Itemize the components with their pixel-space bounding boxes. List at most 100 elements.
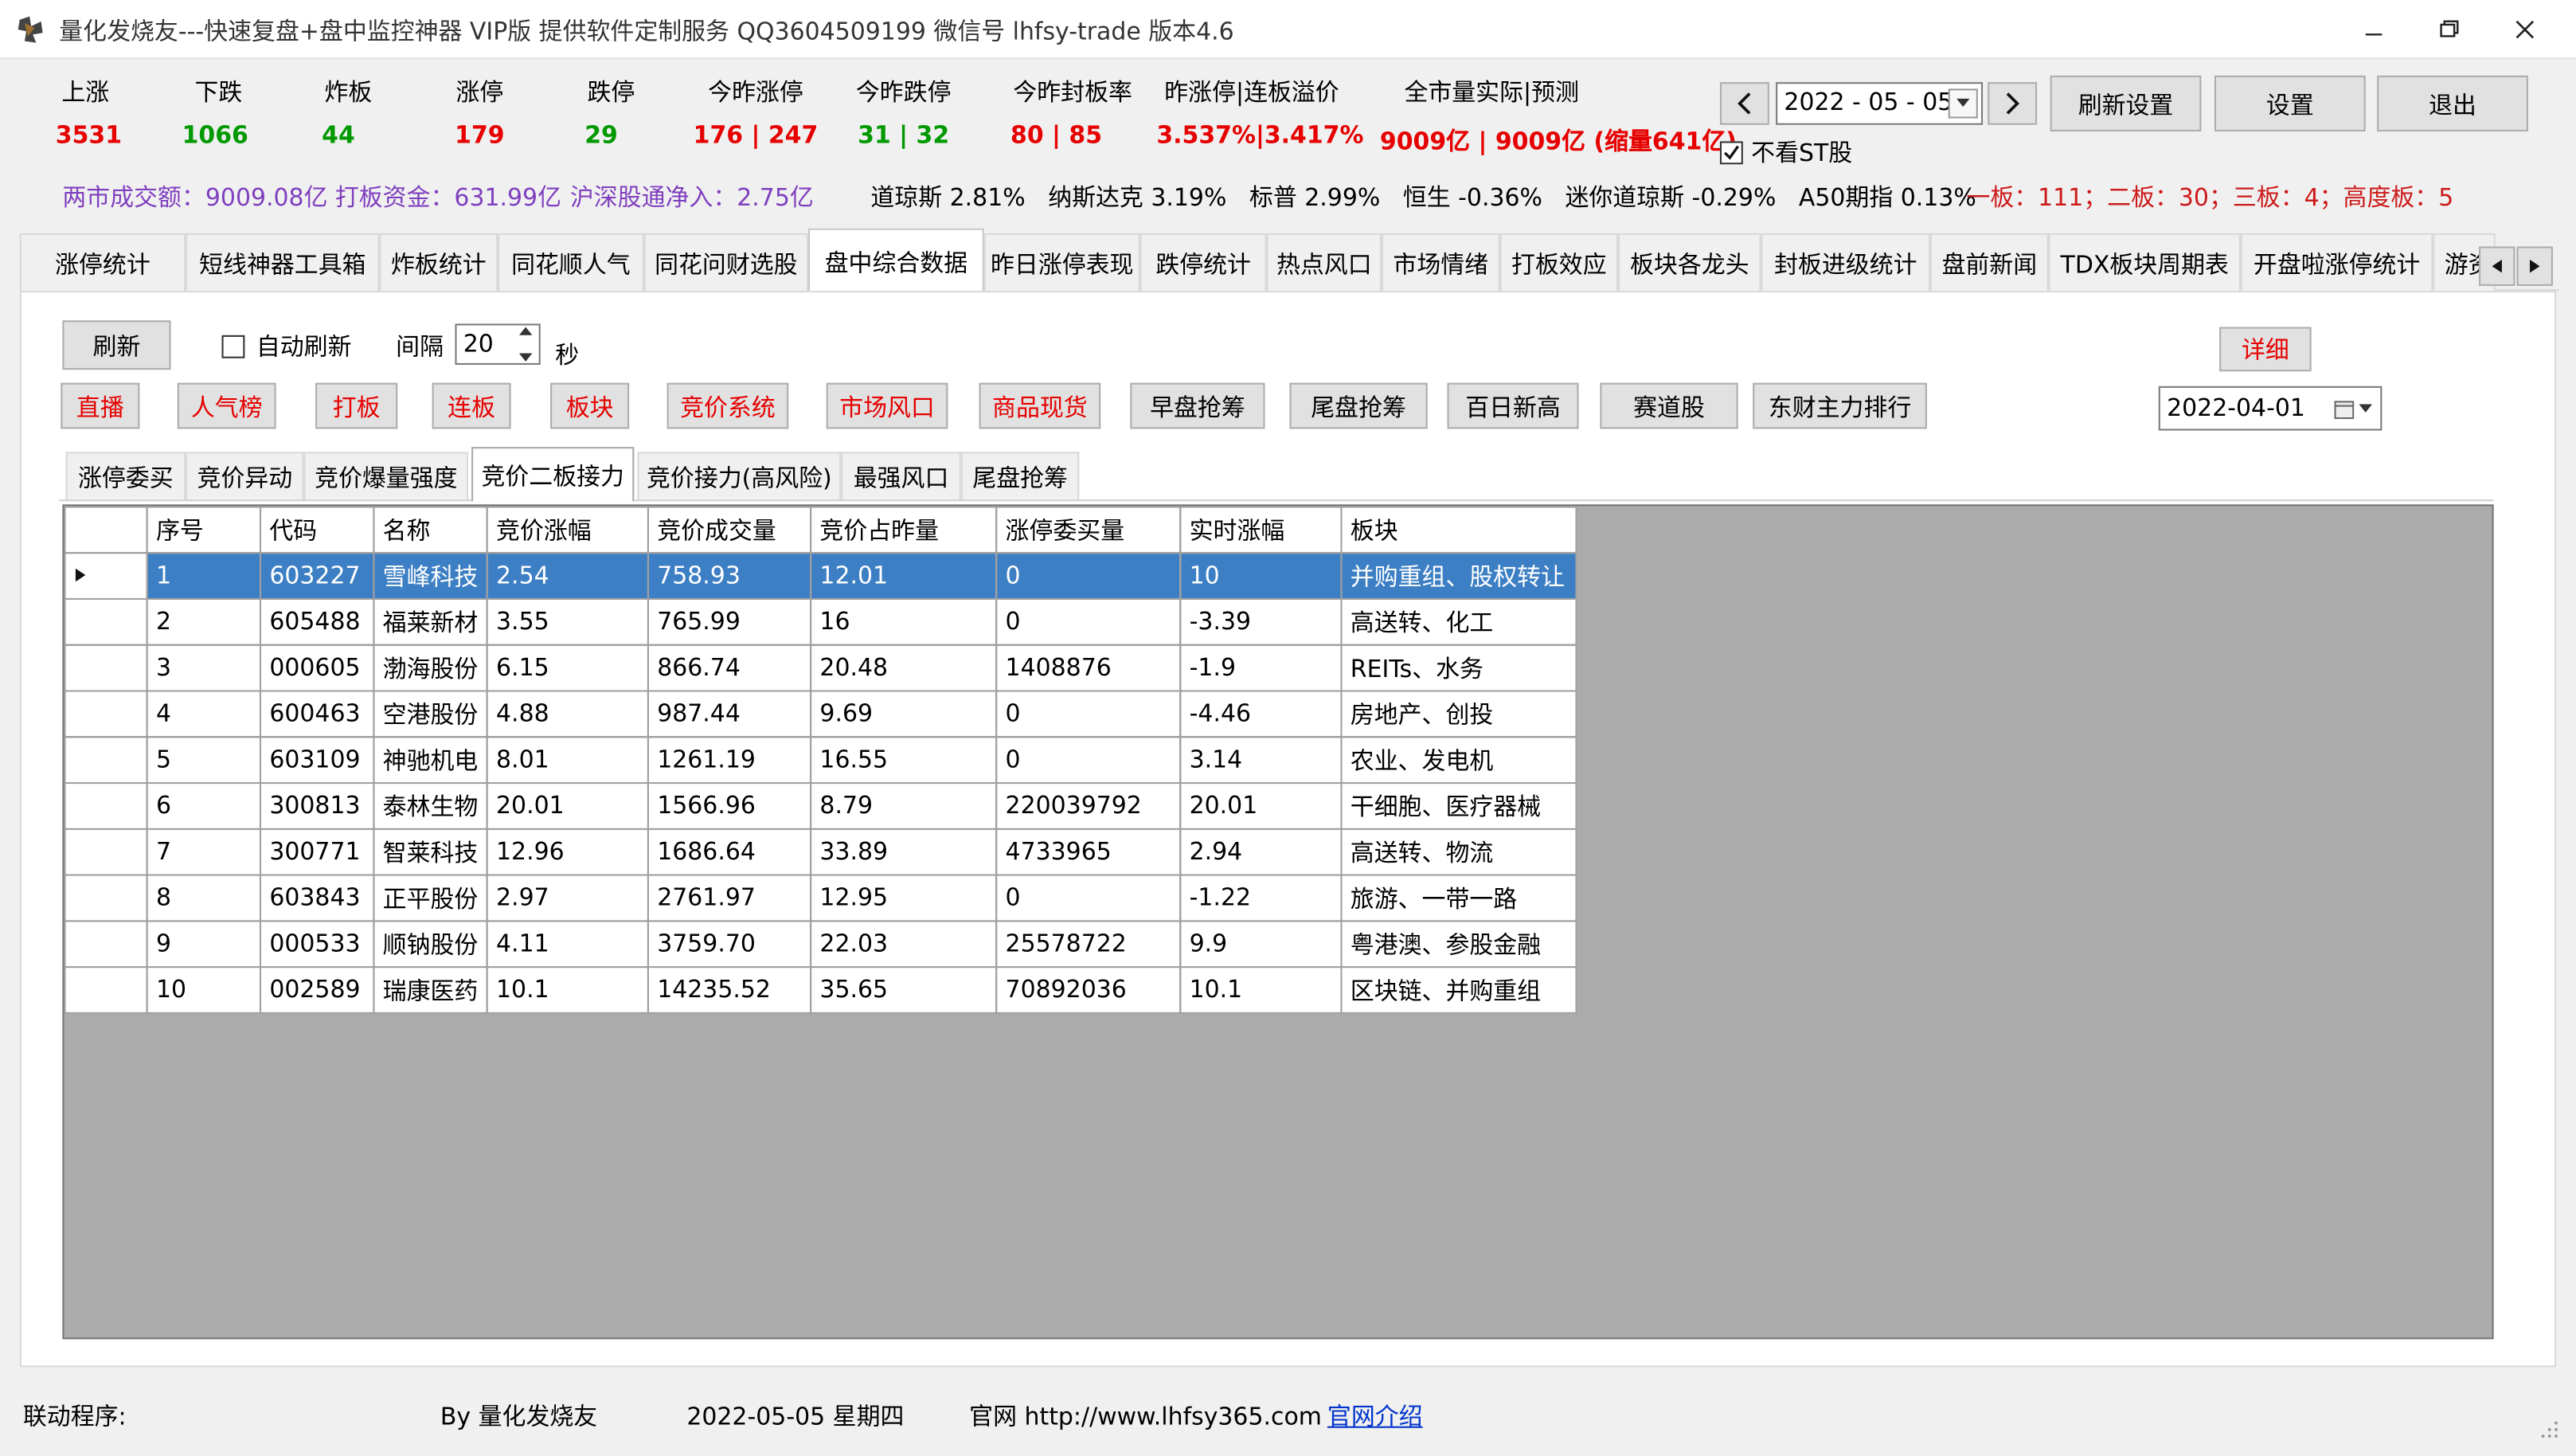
table-row[interactable]: 1 603227 雪峰科技 2.54 758.93 12.01 0 10 并购重组、股权转让	[64, 552, 1577, 600]
table-cell[interactable]: 758.93	[647, 552, 812, 600]
tab-toolbox[interactable]: 短线神器工具箱	[186, 233, 380, 292]
table-cell[interactable]: 顺钠股份	[373, 920, 488, 969]
spin-down-icon[interactable]	[518, 353, 533, 362]
tab-premarket-news[interactable]: 盘前新闻	[1930, 233, 2049, 292]
table-cell[interactable]: 2.94	[1179, 828, 1343, 876]
table-cell[interactable]: 866.74	[647, 644, 812, 692]
table-cell[interactable]: 8.01	[486, 736, 649, 785]
table-cell[interactable]: 2761.97	[647, 874, 812, 922]
row-header[interactable]	[64, 736, 148, 785]
table-cell[interactable]: 220039792	[995, 781, 1182, 830]
table-cell[interactable]: 9.9	[1179, 920, 1343, 969]
table-cell[interactable]: 70892036	[995, 966, 1182, 1014]
table-cell[interactable]: 1686.64	[647, 828, 812, 876]
commodity-spot-button[interactable]: 商品现货	[979, 382, 1101, 429]
resize-grip-icon[interactable]	[2536, 1416, 2559, 1439]
table-cell[interactable]: 603109	[259, 736, 375, 785]
tab-sector-leaders[interactable]: 板块各龙头	[1618, 233, 1761, 292]
table-cell[interactable]: 0	[995, 690, 1182, 738]
table-row[interactable]: 5 603109 神驰机电 8.01 1261.19 16.55 0 3.14 农业、发电机	[64, 736, 1577, 785]
row-header[interactable]	[64, 920, 148, 969]
table-cell[interactable]: 2.97	[486, 874, 649, 922]
column-header[interactable]: 代码	[259, 506, 375, 554]
table-cell[interactable]: 4.11	[486, 920, 649, 969]
table-cell[interactable]: 300771	[259, 828, 375, 876]
column-header[interactable]: 名称	[373, 506, 488, 554]
tab-seal-advance-stats[interactable]: 封板进级统计	[1761, 233, 1931, 292]
table-cell[interactable]: 25578722	[995, 920, 1182, 969]
table-cell[interactable]: 2	[146, 597, 262, 646]
popularity-button[interactable]: 人气榜	[177, 382, 276, 429]
table-cell[interactable]: 旅游、一带一路	[1340, 874, 1577, 922]
table-cell[interactable]: 5	[146, 736, 262, 785]
table-cell[interactable]: 粤港澳、参股金融	[1340, 920, 1577, 969]
table-cell[interactable]: 9	[146, 920, 262, 969]
row-header[interactable]	[64, 644, 148, 692]
tab-hot-trends[interactable]: 热点风口	[1266, 233, 1382, 292]
tab-ths-popularity[interactable]: 同花顺人气	[498, 233, 644, 292]
table-cell[interactable]: -3.39	[1179, 597, 1343, 646]
table-cell[interactable]: 10.1	[1179, 966, 1343, 1014]
date-picker[interactable]: 2022 - 05 - 05	[1776, 82, 1984, 125]
table-cell[interactable]: 9.69	[810, 690, 998, 738]
no-st-checkbox-row[interactable]: 不看ST股	[1719, 135, 1852, 169]
table-cell[interactable]: 渤海股份	[373, 644, 488, 692]
subtab-auction-second-board[interactable]: 竞价二板接力	[471, 447, 635, 502]
table-cell[interactable]: 000605	[259, 644, 375, 692]
tab-limit-down-stats[interactable]: 跌停统计	[1139, 233, 1267, 292]
market-trend-button[interactable]: 市场风口	[826, 382, 948, 429]
table-cell[interactable]: 6	[146, 781, 262, 830]
tab-tdx-cycle[interactable]: TDX板块周期表	[2048, 233, 2241, 292]
column-header[interactable]: 板块	[1340, 506, 1577, 554]
table-cell[interactable]: 20.48	[810, 644, 998, 692]
date-dropdown-button[interactable]	[1948, 88, 1978, 119]
table-cell[interactable]: 10	[146, 966, 262, 1014]
table-cell[interactable]: REITs、水务	[1340, 644, 1577, 692]
table-row[interactable]: 9 000533 顺钠股份 4.11 3759.70 22.03 25578722 9.9 粤港…	[64, 920, 1577, 969]
tab-wencai-picker[interactable]: 同花问财选股	[643, 233, 808, 292]
table-cell[interactable]: 300813	[259, 781, 375, 830]
table-cell[interactable]: 干细胞、医疗器械	[1340, 781, 1577, 830]
table-cell[interactable]: 33.89	[810, 828, 998, 876]
table-cell[interactable]: 6.15	[486, 644, 649, 692]
close-button[interactable]	[2487, 0, 2562, 59]
side-date-picker[interactable]: 2022-04-01	[2158, 386, 2383, 431]
table-cell[interactable]: 1566.96	[647, 781, 812, 830]
column-header[interactable]: 序号	[146, 506, 262, 554]
table-cell[interactable]: 765.99	[647, 597, 812, 646]
table-cell[interactable]: 600463	[259, 690, 375, 738]
subtab-auction-relay-high-risk[interactable]: 竞价接力(高风险)	[637, 452, 842, 500]
table-row[interactable]: 3 000605 渤海股份 6.15 866.74 20.48 1408876 -1.9 REI…	[64, 644, 1577, 692]
track-stock-button[interactable]: 赛道股	[1600, 382, 1738, 429]
table-cell[interactable]: 16.55	[810, 736, 998, 785]
table-cell[interactable]: 0	[995, 736, 1182, 785]
interval-spin-buttons[interactable]	[514, 327, 537, 362]
table-cell[interactable]: 4.88	[486, 690, 649, 738]
table-cell[interactable]: 雪峰科技	[373, 552, 488, 600]
table-row[interactable]: 4 600463 空港股份 4.88 987.44 9.69 0 -4.46 房地产、创投	[64, 690, 1577, 738]
table-cell[interactable]: 0	[995, 597, 1182, 646]
table-cell[interactable]: 8.79	[810, 781, 998, 830]
table-cell[interactable]: 0	[995, 552, 1182, 600]
table-cell[interactable]: 987.44	[647, 690, 812, 738]
dabao-button[interactable]: 打板	[315, 382, 398, 429]
table-cell[interactable]: 20.01	[486, 781, 649, 830]
auto-refresh-row[interactable]: 自动刷新	[221, 329, 351, 363]
table-cell[interactable]: 12.96	[486, 828, 649, 876]
table-cell[interactable]: 并购重组、股权转让	[1340, 552, 1577, 600]
subtab-limit-up-bid[interactable]: 涨停委买	[65, 452, 186, 500]
tab-scroll-left[interactable]	[2479, 246, 2515, 286]
table-cell[interactable]: 3	[146, 644, 262, 692]
calendar-icon[interactable]	[2334, 399, 2355, 420]
tab-intraday-data[interactable]: 盘中综合数据	[807, 228, 984, 293]
table-cell[interactable]: 16	[810, 597, 998, 646]
table-cell[interactable]: 福莱新材	[373, 597, 488, 646]
main-force-ranking-button[interactable]: 东财主力排行	[1753, 382, 1927, 429]
table-cell[interactable]: 正平股份	[373, 874, 488, 922]
next-date-button[interactable]	[1988, 82, 2038, 125]
table-cell[interactable]: 12.01	[810, 552, 998, 600]
table-cell[interactable]: 12.95	[810, 874, 998, 922]
hundred-day-high-button[interactable]: 百日新高	[1447, 382, 1579, 429]
consecutive-board-button[interactable]: 连板	[432, 382, 511, 429]
column-header[interactable]: 竞价占昨量	[810, 506, 998, 554]
